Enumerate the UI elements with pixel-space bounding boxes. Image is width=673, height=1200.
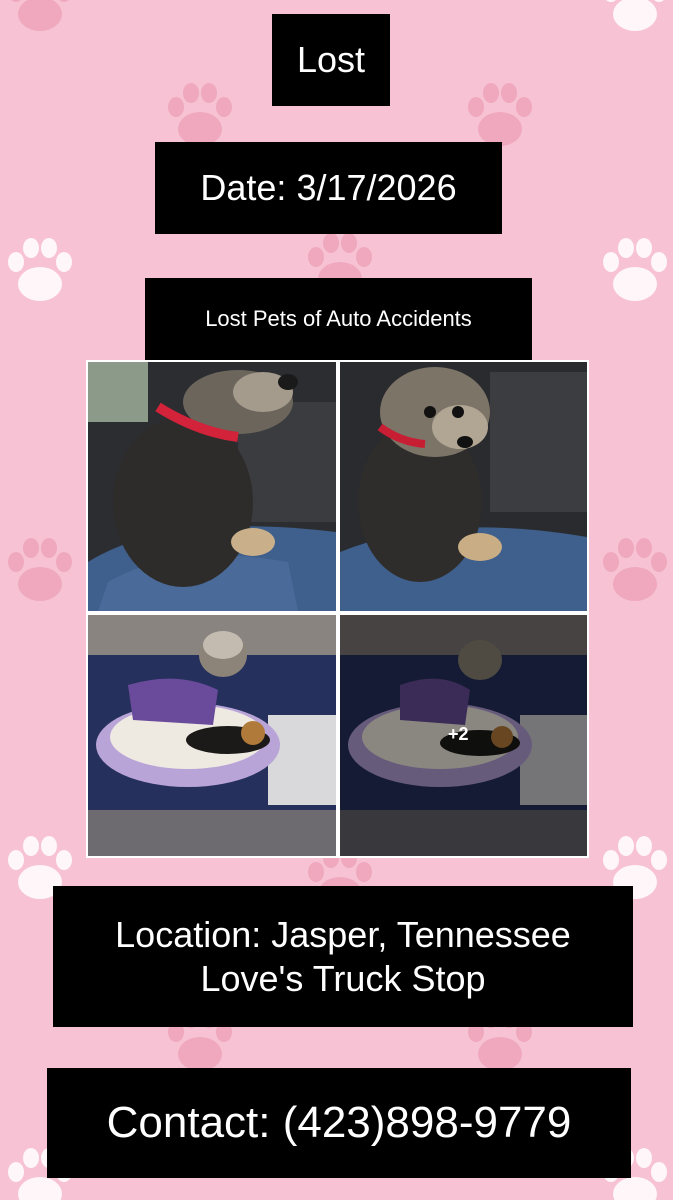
location-label: Location: Jasper, Tennessee Love's Truck… — [53, 886, 633, 1027]
group-name-banner: Lost Pets of Auto Accidents — [145, 278, 532, 360]
dog-photo-2[interactable] — [340, 362, 587, 611]
photo-grid[interactable]: +2 — [86, 360, 589, 858]
date-label: Date: 3/17/2026 — [155, 142, 502, 234]
contact-text: Contact: (423)898-9779 — [106, 1098, 572, 1147]
location-line-2: Love's Truck Stop — [200, 957, 486, 999]
group-name-text: Lost Pets of Auto Accidents — [205, 306, 472, 331]
contact-label: Contact: (423)898-9779 — [47, 1068, 631, 1178]
date-text: Date: 3/17/2026 — [200, 167, 457, 208]
location-line-1: Location: Jasper, Tennessee — [115, 913, 571, 955]
dog-photo-1[interactable] — [88, 362, 336, 611]
dog-photo-3[interactable] — [88, 615, 336, 856]
lost-heading-text: Lost — [296, 39, 366, 80]
dog-photo-4[interactable]: +2 — [340, 615, 587, 856]
more-photos-count[interactable]: +2 — [448, 724, 469, 745]
lost-heading: Lost — [272, 14, 390, 106]
